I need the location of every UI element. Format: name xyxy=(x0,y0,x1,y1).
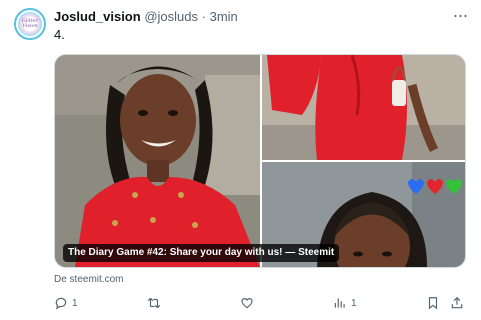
tweet-card[interactable]: Glitter Vision Joslud_vision @josluds · 3… xyxy=(0,0,481,320)
avatar[interactable]: Glitter Vision xyxy=(14,8,46,40)
retweet-button[interactable] xyxy=(147,292,165,314)
card-title[interactable]: The Diary Game #42: Share your day with … xyxy=(63,244,340,262)
bookmark-button[interactable] xyxy=(426,292,440,314)
tweet-header: Joslud_vision @josluds · 3min xyxy=(54,9,238,27)
share-button[interactable] xyxy=(450,292,464,314)
display-name[interactable]: Joslud_vision xyxy=(54,9,141,24)
like-button[interactable] xyxy=(240,292,258,314)
reply-count: 1 xyxy=(72,297,78,309)
link-card[interactable]: The Diary Game #42: Share your day with … xyxy=(54,54,466,268)
reply-button[interactable]: 1 xyxy=(54,292,78,314)
card-source[interactable]: De steemit.com xyxy=(54,274,123,285)
timestamp[interactable]: 3min xyxy=(210,9,238,24)
views-count: 1 xyxy=(351,297,357,309)
handle[interactable]: @josluds xyxy=(144,9,198,24)
card-photo-top-right xyxy=(262,55,465,160)
tweet-text: 4. xyxy=(54,27,65,42)
avatar-logo-text: Glitter Vision xyxy=(21,18,39,29)
photo-top-right-art xyxy=(262,55,465,160)
retweet-icon xyxy=(147,297,161,309)
action-bar: 1 1 xyxy=(54,292,466,314)
photo-left-art xyxy=(55,55,260,267)
share-icon xyxy=(451,296,463,309)
like-icon xyxy=(241,298,253,309)
views-icon xyxy=(334,298,345,308)
card-photo-left xyxy=(55,55,260,267)
bookmark-icon xyxy=(428,297,438,310)
separator: · xyxy=(201,9,206,24)
more-icon[interactable]: ··· xyxy=(448,6,472,28)
views-button[interactable]: 1 xyxy=(333,292,357,314)
reply-icon xyxy=(55,297,67,310)
